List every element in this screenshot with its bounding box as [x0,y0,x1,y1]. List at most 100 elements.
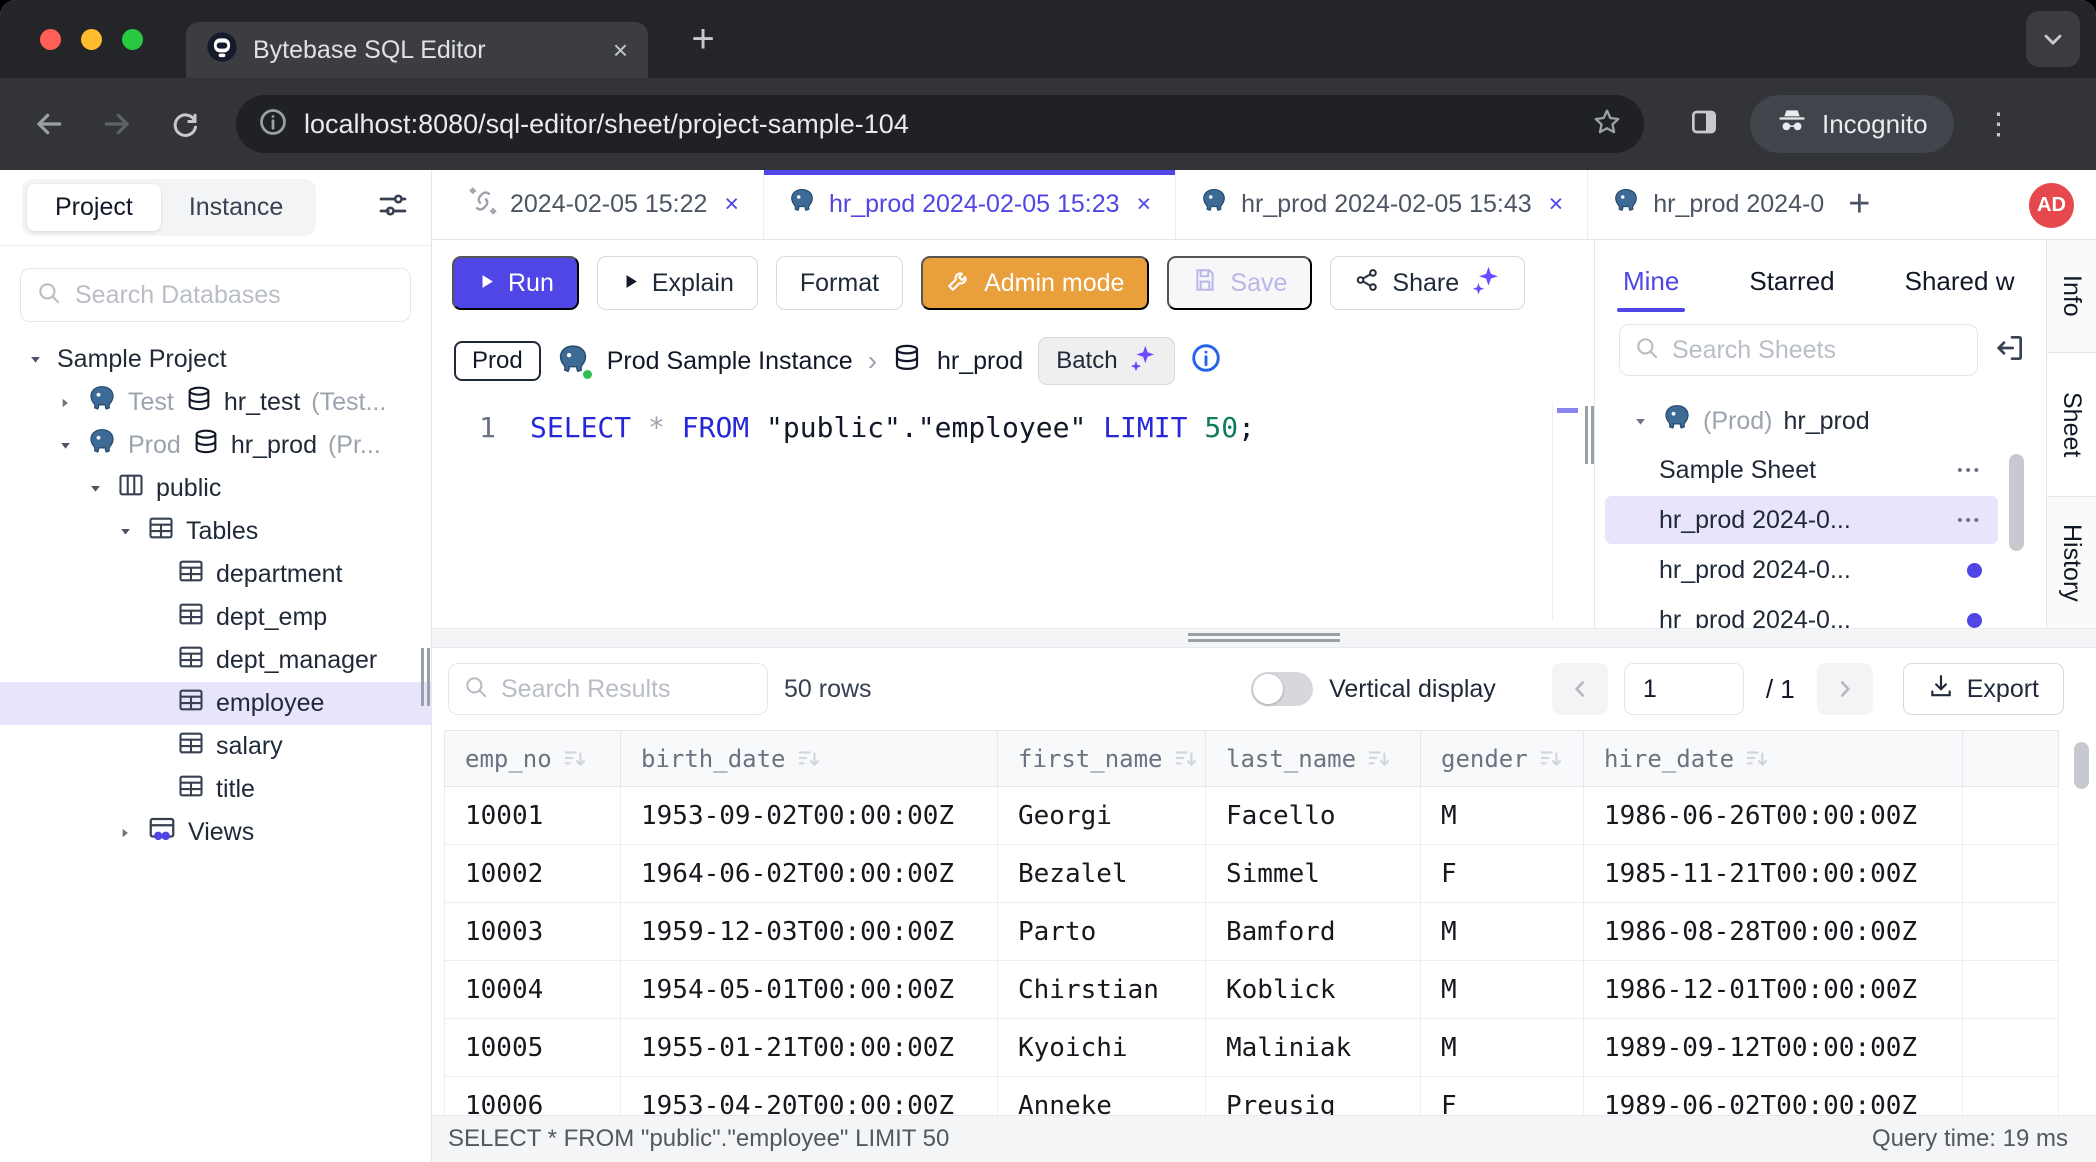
format-button[interactable]: Format [776,256,903,310]
export-button[interactable]: Export [1903,663,2064,715]
browser-menu-icon[interactable]: ⋮ [1984,107,2014,142]
column-header-emp_no[interactable]: emp_no [445,731,621,787]
browser-tab-close-icon[interactable]: × [613,35,628,66]
chevron-down-icon[interactable] [114,524,136,539]
batch-button[interactable]: Batch [1038,337,1174,385]
tree-item-title[interactable]: title [0,768,431,811]
search-results-input[interactable] [501,675,753,704]
save-button[interactable]: Save [1167,256,1312,310]
table-cell[interactable]: Chirstian [998,961,1206,1019]
sidebar-resize-handle[interactable] [421,648,430,706]
table-cell[interactable]: 10004 [445,961,621,1019]
table-cell[interactable]: 1986-08-28T00:00:00Z [1584,903,1963,961]
results-scrollbar-thumb[interactable] [2074,742,2089,789]
sheet-item[interactable]: hr_prod 2024-0...••• [1605,496,1998,544]
table-cell[interactable]: 1989-06-02T00:00:00Z [1584,1077,1963,1116]
table-cell[interactable]: Simmel [1206,845,1421,903]
table-cell[interactable]: Parto [998,903,1206,961]
sort-icon[interactable] [1163,745,1199,773]
tab-search-button[interactable] [2026,11,2080,67]
page-input[interactable] [1624,663,1744,715]
table-cell[interactable]: Koblick [1206,961,1421,1019]
database-name[interactable]: hr_prod [937,347,1023,376]
results-divider[interactable] [432,628,2096,648]
chevron-down-icon[interactable] [1629,414,1651,429]
table-cell[interactable]: 1955-01-21T00:00:00Z [621,1019,998,1077]
table-cell[interactable]: M [1421,903,1584,961]
prev-page-button[interactable] [1552,663,1608,715]
search-databases-input[interactable] [75,281,395,310]
sort-icon[interactable] [786,745,822,773]
filter-settings-icon[interactable] [377,189,409,226]
back-icon[interactable] [26,108,72,140]
side-panel-icon[interactable] [1688,106,1720,143]
table-cell[interactable]: Maliniak [1206,1019,1421,1077]
zoom-window-button[interactable] [122,29,143,50]
column-header-gender[interactable]: gender [1421,731,1584,787]
table-cell[interactable]: 10001 [445,787,621,845]
chevron-right-icon[interactable] [54,396,76,410]
table-cell[interactable]: 1953-09-02T00:00:00Z [621,787,998,845]
close-window-button[interactable] [40,29,61,50]
tab-project[interactable]: Project [27,184,161,231]
table-cell[interactable]: 1986-12-01T00:00:00Z [1584,961,1963,1019]
collapse-panel-icon[interactable] [1994,332,2026,369]
minimize-window-button[interactable] [81,29,102,50]
chevron-right-icon[interactable] [114,826,136,840]
search-sheets-input[interactable] [1672,336,1963,365]
panel-resize-handle[interactable] [1585,406,1594,464]
sheet-scrollbar-thumb[interactable] [2009,454,2024,551]
tab-history[interactable]: History [2047,497,2096,628]
table-cell[interactable]: Kyoichi [998,1019,1206,1077]
table-cell[interactable]: 10003 [445,903,621,961]
tab-info[interactable]: Info [2047,240,2096,353]
table-cell[interactable]: 1954-05-01T00:00:00Z [621,961,998,1019]
new-browser-tab-button[interactable]: + [678,14,728,64]
table-cell[interactable]: M [1421,787,1584,845]
tab-sheet[interactable]: Sheet [2047,353,2096,497]
tree-item-tables[interactable]: Tables [0,510,431,553]
table-cell[interactable]: M [1421,961,1584,1019]
more-icon[interactable]: ••• [1957,512,1982,529]
chevron-down-icon[interactable] [54,438,76,453]
table-cell[interactable]: 10005 [445,1019,621,1077]
tab-close-icon[interactable]: × [720,190,739,219]
tree-item-hr-prod[interactable]: Prodhr_prod(Pr... [0,424,431,467]
tab-close-icon[interactable]: × [1545,190,1564,219]
bookmark-star-icon[interactable] [1592,107,1622,142]
tab-starred[interactable]: Starred [1749,266,1834,312]
column-header-first_name[interactable]: first_name [998,731,1206,787]
column-header-birth_date[interactable]: birth_date [621,731,998,787]
ai-sparkles-icon[interactable] [1471,265,1501,302]
sheet-group[interactable]: (Prod) hr_prod [1595,398,2046,444]
sql-editor[interactable]: 1 SELECT * FROM "public"."employee" LIMI… [432,396,1594,628]
editor-minimap[interactable] [1552,402,1582,620]
tab-instance[interactable]: Instance [161,184,312,231]
next-page-button[interactable] [1817,663,1873,715]
tree-item-views[interactable]: Views [0,811,431,854]
divider-grip[interactable] [1188,633,1340,642]
column-header-hire_date[interactable]: hire_date [1584,731,1963,787]
editor-tab-2[interactable]: hr_prod 2024-02-05 15:23× [764,170,1176,239]
share-button[interactable]: Share [1330,256,1525,310]
tree-item-salary[interactable]: salary [0,725,431,768]
table-cell[interactable]: 10006 [445,1077,621,1116]
forward-icon[interactable] [94,108,140,140]
run-button[interactable]: Run [452,256,579,310]
address-bar[interactable]: localhost:8080/sql-editor/sheet/project-… [236,95,1644,153]
tree-item-public[interactable]: public [0,467,431,510]
column-header-last_name[interactable]: last_name [1206,731,1421,787]
table-cell[interactable]: 1985-11-21T00:00:00Z [1584,845,1963,903]
table-cell[interactable]: 1953-04-20T00:00:00Z [621,1077,998,1116]
table-cell[interactable]: F [1421,1077,1584,1116]
tree-item-sample-project[interactable]: Sample Project [0,338,431,381]
table-cell[interactable]: Georgi [998,787,1206,845]
sheet-item[interactable]: Sample Sheet••• [1605,446,1998,494]
table-cell[interactable]: Facello [1206,787,1421,845]
table-cell[interactable]: 1959-12-03T00:00:00Z [621,903,998,961]
tree-item-dept-manager[interactable]: dept_manager [0,639,431,682]
admin-mode-button[interactable]: Admin mode [921,256,1149,310]
tree-item-employee[interactable]: employee [0,682,431,725]
table-cell[interactable]: Bezalel [998,845,1206,903]
site-info-icon[interactable] [258,107,288,142]
